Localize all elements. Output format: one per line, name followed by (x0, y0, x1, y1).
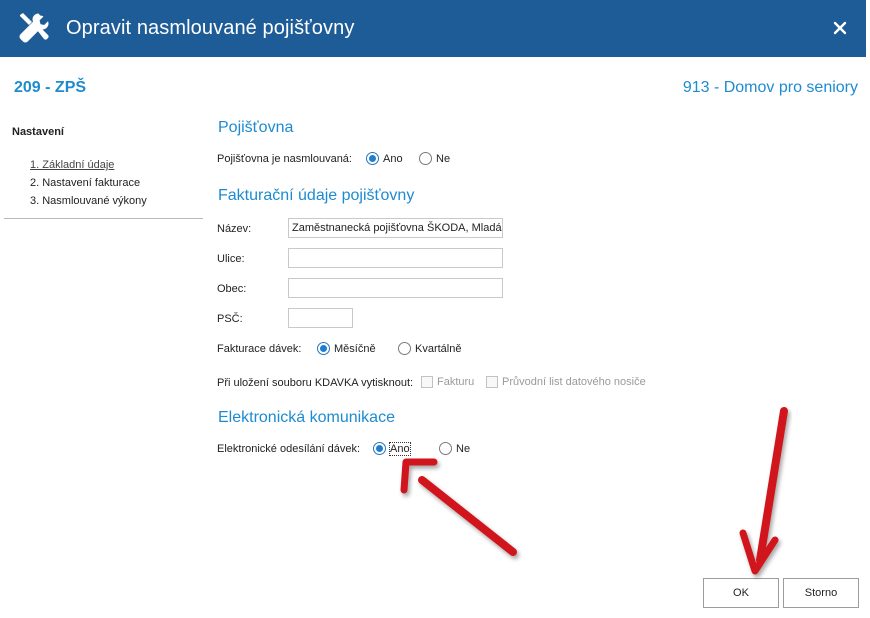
electronic-sending-no-label: Ne (456, 442, 471, 455)
batch-billing-label: Fakturace dávek: (217, 343, 302, 355)
radio-empty-icon (419, 152, 432, 165)
batch-monthly-radio[interactable]: Měsíčně (317, 342, 376, 355)
electronic-sending-no-radio[interactable]: Ne (439, 442, 470, 455)
sidebar-item-billing-settings[interactable]: 2. Nastavení fakturace (30, 174, 147, 192)
city-label: Obec: (217, 283, 247, 295)
zip-label: PSČ: (217, 313, 243, 325)
sidebar-nav: 1. Základní údaje 2. Nastavení fakturace… (30, 156, 147, 210)
close-icon[interactable] (831, 19, 849, 37)
name-input[interactable]: Zaměstnanecká pojišťovna ŠKODA, Mladá B (288, 218, 503, 238)
radio-selected-icon (373, 442, 386, 455)
street-input[interactable] (288, 248, 503, 268)
print-invoice-checkbox[interactable]: Fakturu (421, 376, 474, 388)
ok-button[interactable]: OK (703, 578, 779, 608)
checkbox-empty-icon (486, 376, 498, 388)
zip-input[interactable] (288, 308, 353, 328)
batch-monthly-label: Měsíčně (334, 342, 376, 355)
radio-empty-icon (439, 442, 452, 455)
print-cover-sheet-label: Průvodní list datového nosiče (502, 376, 646, 388)
wrench-screwdriver-icon (19, 13, 49, 43)
print-invoice-label: Fakturu (437, 376, 475, 388)
city-input[interactable] (288, 278, 503, 298)
batch-quarterly-radio[interactable]: Kvartálně (398, 342, 461, 355)
sidebar-title: Nastavení (12, 126, 64, 138)
section-insurer-heading: Pojišťovna (218, 119, 294, 136)
electronic-sending-label: Elektronické odesílání dávek: (217, 443, 361, 455)
arrow-to-ok-icon (739, 407, 788, 575)
radio-selected-icon (317, 342, 330, 355)
name-label: Název: (217, 223, 252, 235)
arrow-to-ano-icon (400, 458, 517, 556)
print-cover-sheet-checkbox[interactable]: Průvodní list datového nosiče (486, 376, 646, 388)
contracted-label: Pojišťovna je nasmlouvaná: (217, 153, 352, 165)
section-billing-heading: Fakturační údaje pojišťovny (218, 187, 415, 204)
facility-title: 913 - Domov pro seniory (682, 79, 858, 96)
title-bar: Opravit nasmlouvané pojišťovny (0, 0, 866, 57)
print-on-save-label: Při uložení souboru KDAVKA vytisknout: (217, 377, 414, 389)
insurer-code-title: 209 - ZPŠ (14, 79, 87, 96)
section-ecomm-heading: Elektronická komunikace (218, 409, 395, 426)
cancel-button[interactable]: Storno (783, 578, 859, 608)
contracted-no-radio[interactable]: Ne (419, 152, 450, 165)
sidebar-item-basic-info[interactable]: 1. Základní údaje (30, 156, 147, 174)
electronic-sending-yes-radio[interactable]: Ano (373, 441, 411, 456)
sidebar-divider (4, 218, 203, 219)
contracted-yes-label: Ano (383, 152, 403, 165)
street-label: Ulice: (217, 253, 245, 265)
window-title: Opravit nasmlouvané pojišťovny (66, 17, 355, 39)
contracted-yes-radio[interactable]: Ano (366, 152, 403, 165)
contracted-no-label: Ne (436, 152, 451, 165)
checkbox-empty-icon (421, 376, 433, 388)
sidebar-item-contracted-services[interactable]: 3. Nasmlouvané výkony (30, 192, 147, 210)
radio-selected-icon (366, 152, 379, 165)
electronic-sending-yes-label: Ano (389, 441, 411, 456)
batch-quarterly-label: Kvartálně (415, 342, 462, 355)
radio-empty-icon (398, 342, 411, 355)
